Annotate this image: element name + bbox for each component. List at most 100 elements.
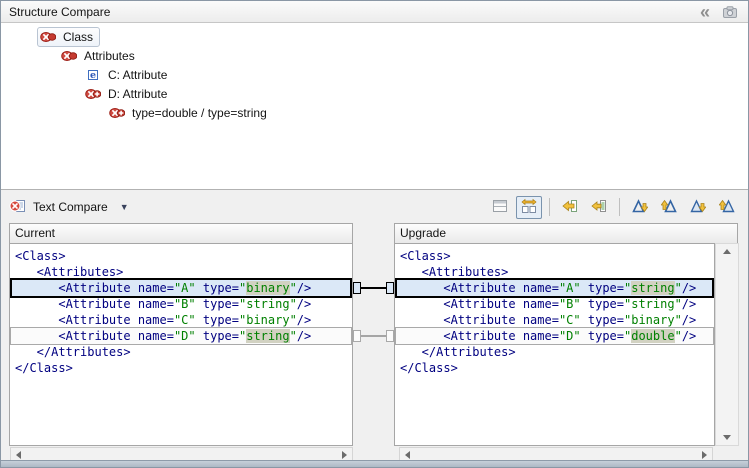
tree-item-c-attribute[interactable]: e C: Attribute <box>85 65 167 84</box>
code-line[interactable]: </Attributes> <box>395 344 714 360</box>
code-line[interactable]: <Class> <box>395 248 714 264</box>
code-line[interactable]: </Class> <box>395 360 714 376</box>
toolbar-separator <box>549 198 550 216</box>
xml-tag-text: /> <box>682 329 696 343</box>
xml-tag-text: type= <box>196 297 239 311</box>
compare-editor-window: Structure Compare « ClassAttributes e C: A… <box>0 0 749 468</box>
tree-item-class[interactable]: Class <box>37 27 100 46</box>
text-compare-title: Text Compare <box>33 200 108 214</box>
changed-word: string <box>631 281 674 295</box>
copy-all-right-to-left-icon <box>562 198 578 217</box>
xml-tag-text: </Attributes> <box>15 345 131 359</box>
xml-tag-text: /> <box>682 313 696 327</box>
svg-text:e: e <box>90 70 96 81</box>
mirrored-view-button[interactable] <box>516 196 542 219</box>
scroll-right-icon[interactable] <box>702 451 707 459</box>
xml-tag-text: </Class> <box>15 361 73 375</box>
code-line[interactable]: <Attribute name="B" type="string"/> <box>395 296 714 312</box>
two-pane-view-icon <box>492 198 508 217</box>
previous-difference-button[interactable] <box>656 196 682 219</box>
xml-tag-text: <Attribute name= <box>400 329 559 343</box>
conflict-plus-icon <box>109 105 127 121</box>
next-difference-icon <box>632 198 648 217</box>
code-line[interactable]: </Attributes> <box>10 344 352 360</box>
copy-all-right-to-left-button[interactable] <box>557 196 583 219</box>
xml-tag-text: /> <box>682 297 696 311</box>
xml-tag-text: <Class> <box>15 249 66 263</box>
xml-tag-text: /> <box>297 313 311 327</box>
chevron-down-icon[interactable]: ▼ <box>120 202 129 212</box>
previous-change-button[interactable] <box>714 196 740 219</box>
left-pane-title: Current <box>9 223 353 244</box>
code-line[interactable]: <Class> <box>10 248 352 264</box>
two-pane-view-button[interactable] <box>487 196 513 219</box>
structure-compare-toolbar: « <box>700 3 740 21</box>
code-line-selected[interactable]: <Attribute name="A" type="binary"/> <box>10 278 352 298</box>
code-line-changed[interactable]: <Attribute name="D" type="string"/> <box>10 327 352 345</box>
code-line-selected[interactable]: <Attribute name="A" type="string"/> <box>395 278 714 298</box>
tree-item-type-double-type-string[interactable]: type=double / type=string <box>109 103 267 122</box>
screenshot-icon[interactable] <box>720 3 740 21</box>
tree-item-label: type=double / type=string <box>132 106 267 120</box>
diff-nub <box>386 330 394 342</box>
text-compare-toolbar <box>487 196 740 219</box>
right-pane-title: Upgrade <box>394 223 738 244</box>
next-difference-button[interactable] <box>627 196 653 219</box>
attr-value: "A" <box>174 281 196 295</box>
xml-tag-text: <Attribute name= <box>400 297 559 311</box>
xml-tag-text: <Attribute name= <box>15 313 174 327</box>
selected-tree-item-box: Class <box>37 27 100 47</box>
tree-item-d-attribute[interactable]: D: Attribute <box>85 84 167 103</box>
text-compare-header: Text Compare ▼ <box>1 191 748 223</box>
xml-tag-text: type= <box>196 281 239 295</box>
copy-current-right-to-left-button[interactable] <box>586 196 612 219</box>
attr-value: "D" <box>559 329 581 343</box>
attr-value: "A" <box>559 281 581 295</box>
previous-change-icon <box>719 198 735 217</box>
collapse-all-icon[interactable]: « <box>700 6 710 18</box>
attr-value: "C" <box>174 313 196 327</box>
changed-word: binary <box>246 281 289 295</box>
xml-tag-text: </Class> <box>400 361 458 375</box>
structure-compare-header: Structure Compare « <box>1 1 748 23</box>
tree-item-label: C: Attribute <box>108 68 167 82</box>
code-line[interactable]: <Attribute name="C" type="binary"/> <box>10 312 352 328</box>
xml-tag-text: /> <box>297 329 311 343</box>
xml-tag-text: <Attribute name= <box>15 297 174 311</box>
left-code-pane[interactable]: <Class> <Attributes> <Attribute name="A"… <box>9 243 353 446</box>
scroll-right-icon[interactable] <box>342 451 347 459</box>
xml-tag-text: <Attribute name= <box>400 313 559 327</box>
conflict-plus-icon <box>85 86 103 102</box>
tree-item-attributes[interactable]: Attributes <box>61 46 135 65</box>
conflict-icon <box>40 29 58 45</box>
next-change-icon <box>690 198 706 217</box>
diff-nub <box>353 330 361 342</box>
attr-value: "binary" <box>239 313 297 327</box>
right-horizontal-scrollbar[interactable] <box>399 447 713 461</box>
structure-compare-tree: ClassAttributes e C: Attribute D: Attribute… <box>1 23 748 190</box>
toolbar-separator <box>619 198 620 216</box>
scroll-down-icon[interactable] <box>723 435 731 440</box>
changed-word: string <box>246 329 289 343</box>
scroll-left-icon[interactable] <box>16 451 21 459</box>
code-line[interactable]: </Class> <box>10 360 352 376</box>
scroll-up-icon[interactable] <box>723 249 731 254</box>
attr-value: " <box>675 281 682 295</box>
xml-tag-text: </Attributes> <box>400 345 516 359</box>
attr-value: "B" <box>559 297 581 311</box>
conflict-icon <box>61 48 79 64</box>
code-line-changed[interactable]: <Attribute name="D" type="double"/> <box>395 327 714 345</box>
xml-tag-text: <Attribute name= <box>15 281 174 295</box>
tree-item-label: D: Attribute <box>108 87 167 101</box>
attr-value: "D" <box>174 329 196 343</box>
right-code-pane[interactable]: <Class> <Attributes> <Attribute name="A"… <box>394 243 715 446</box>
next-change-button[interactable] <box>685 196 711 219</box>
scroll-left-icon[interactable] <box>405 451 410 459</box>
code-line[interactable]: <Attribute name="C" type="binary"/> <box>395 312 714 328</box>
code-line[interactable]: <Attribute name="B" type="string"/> <box>10 296 352 312</box>
vertical-scrollbar[interactable] <box>715 243 739 446</box>
changed-word: double <box>631 329 674 343</box>
xml-tag-text: type= <box>581 313 624 327</box>
left-horizontal-scrollbar[interactable] <box>10 447 353 461</box>
attr-value: " <box>290 329 297 343</box>
